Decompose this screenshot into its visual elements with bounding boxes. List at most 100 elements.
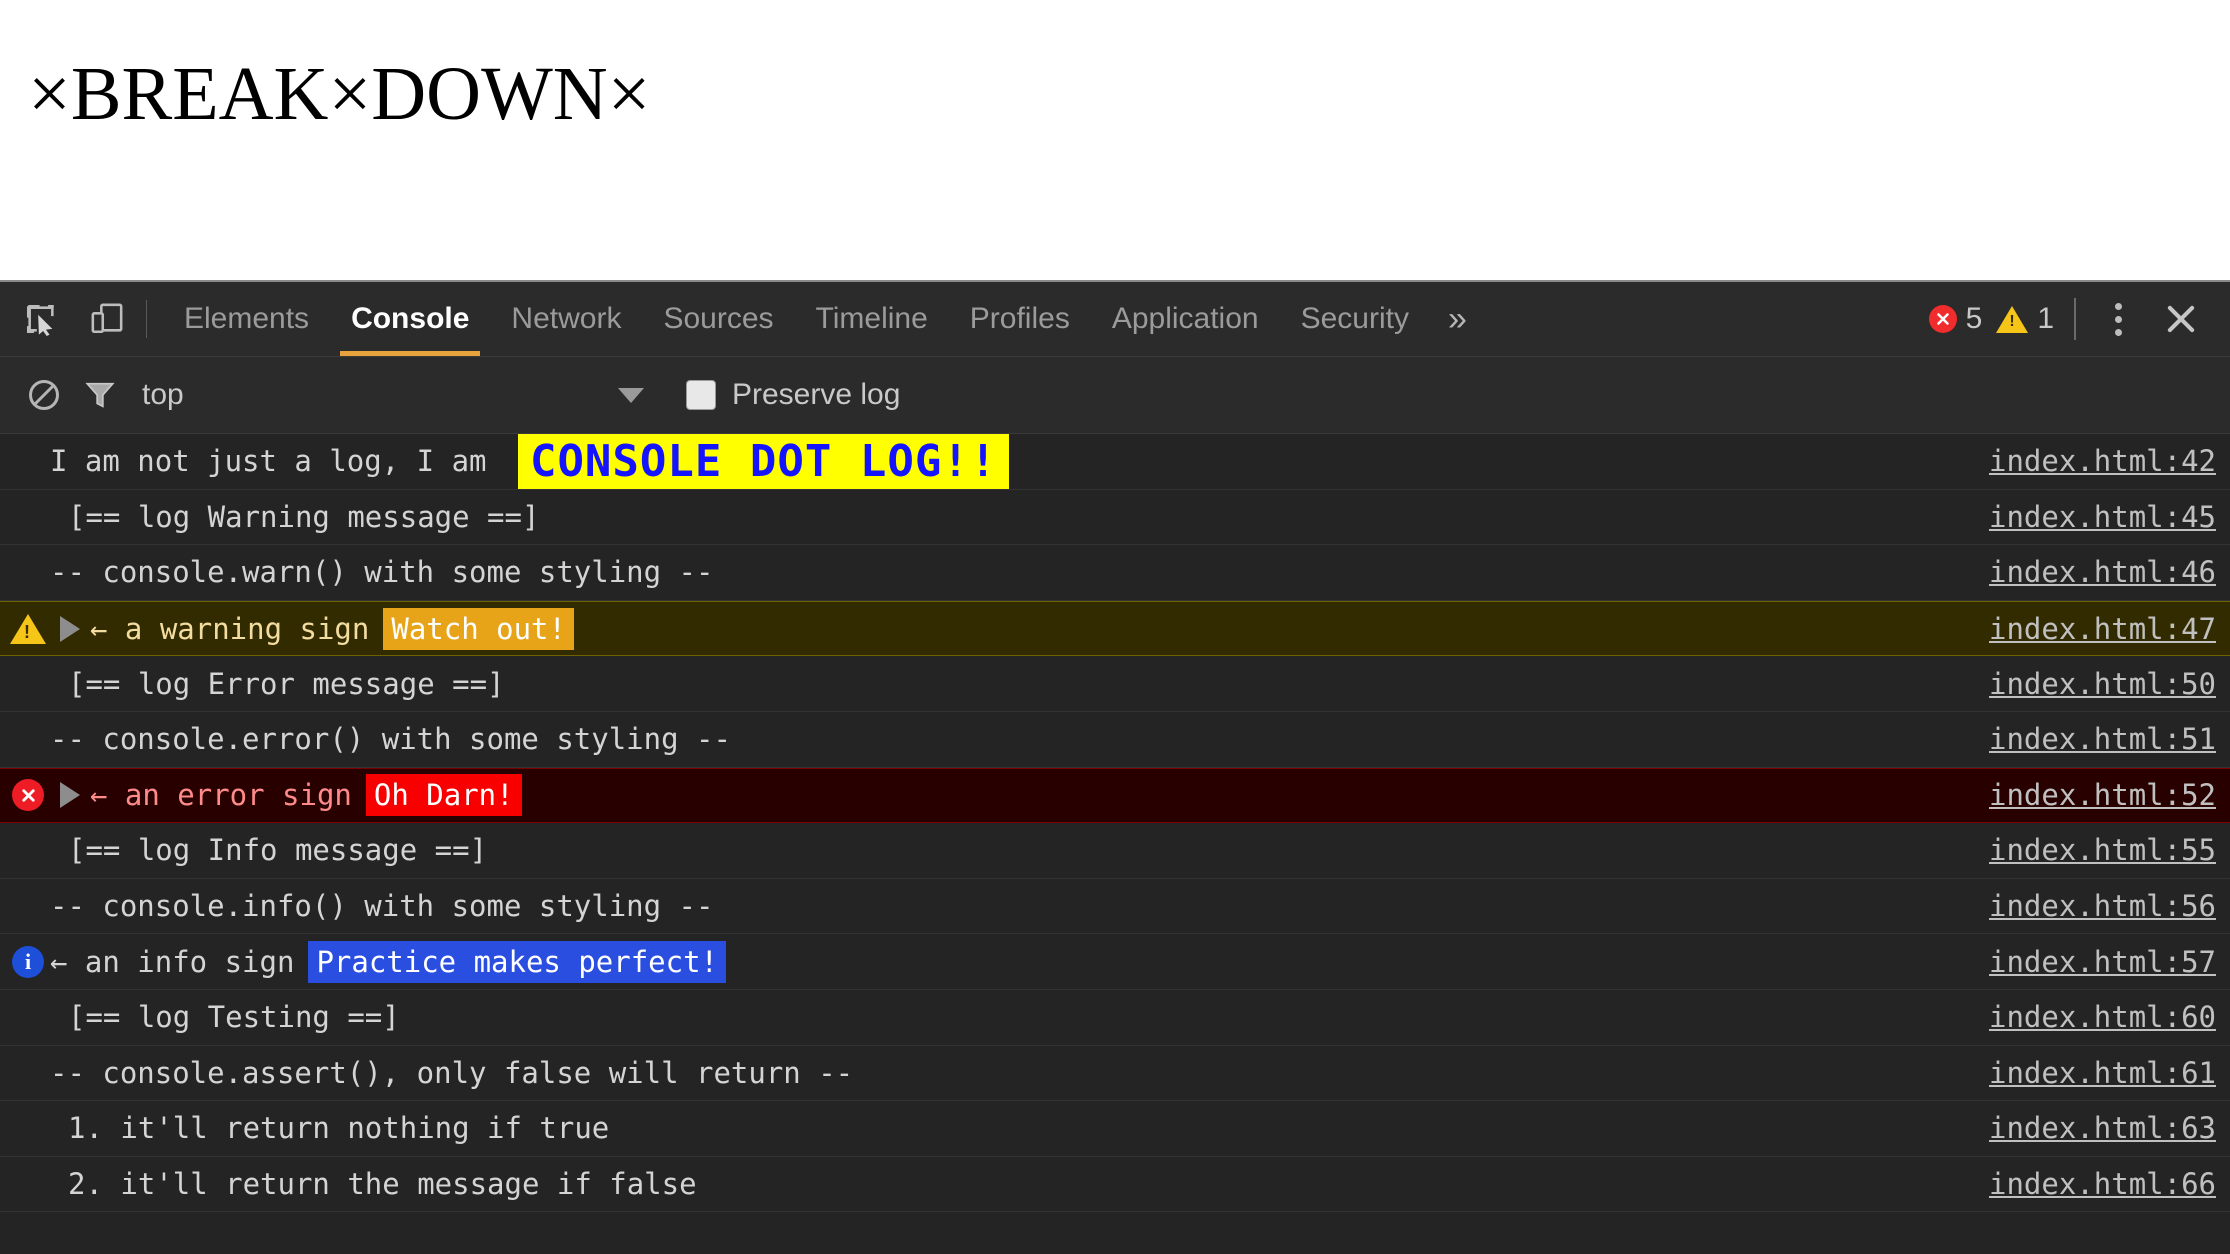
- console-source-link[interactable]: index.html:45: [1989, 500, 2216, 534]
- console-source-link[interactable]: index.html:61: [1989, 1056, 2216, 1090]
- console-context-value: top: [142, 378, 184, 412]
- toolbar-divider: [146, 300, 147, 338]
- console-message-text: [== log Warning message ==]: [50, 500, 539, 534]
- devtools-tabbar: Elements Console Network Sources Timelin…: [0, 282, 2230, 357]
- inspect-element-icon[interactable]: [14, 292, 68, 346]
- tab-network-label: Network: [511, 302, 621, 336]
- warning-triangle-icon: [1996, 306, 2028, 333]
- console-source-link[interactable]: index.html:42: [1989, 444, 2216, 478]
- console-row-log[interactable]: -- console.assert(), only false will ret…: [0, 1046, 2230, 1102]
- console-message-text: -- console.error() with some styling --: [50, 722, 731, 756]
- error-circle-icon: [12, 779, 44, 811]
- filter-funnel-icon[interactable]: [72, 367, 128, 423]
- more-tabs-chevron-icon[interactable]: »: [1430, 282, 1486, 356]
- device-toolbar-icon[interactable]: [80, 292, 134, 346]
- console-message-text: ← a warning sign: [90, 612, 369, 646]
- toolbar-right-divider: [2074, 298, 2076, 340]
- console-row-log[interactable]: [== log Warning message ==] index.html:4…: [0, 490, 2230, 546]
- page-header: ×BREAK×DOWN×: [0, 0, 2230, 280]
- warning-count-indicator[interactable]: 1: [1996, 302, 2054, 336]
- console-message-text: [== log Testing ==]: [50, 1000, 400, 1034]
- tab-console[interactable]: Console: [330, 282, 490, 356]
- expand-arrow-icon[interactable]: [50, 616, 90, 642]
- console-row-log[interactable]: -- console.warn() with some styling -- i…: [0, 545, 2230, 601]
- tab-application-label: Application: [1112, 302, 1259, 336]
- console-source-link[interactable]: index.html:60: [1989, 1000, 2216, 1034]
- console-source-link[interactable]: index.html:55: [1989, 833, 2216, 867]
- console-row-log[interactable]: I am not just a log, I am CONSOLE DOT LO…: [0, 434, 2230, 490]
- devtools-tool-icons: [0, 282, 134, 356]
- console-row-log[interactable]: -- console.info() with some styling -- i…: [0, 879, 2230, 935]
- row-gutter: i: [6, 946, 50, 978]
- page-title: ×BREAK×DOWN×: [28, 56, 2230, 132]
- console-row-log[interactable]: [== log Error message ==] index.html:50: [0, 656, 2230, 712]
- warning-count-value: 1: [2037, 302, 2054, 336]
- devtools-tabs: Elements Console Network Sources Timelin…: [163, 282, 1430, 356]
- console-context-selector[interactable]: top: [142, 378, 662, 412]
- close-icon[interactable]: [2154, 292, 2208, 346]
- console-source-link[interactable]: index.html:51: [1989, 722, 2216, 756]
- console-message-text: ← an info sign: [50, 945, 294, 979]
- console-source-link[interactable]: index.html:63: [1989, 1111, 2216, 1145]
- console-row-warning[interactable]: ← a warning sign Watch out! index.html:4…: [0, 601, 2230, 657]
- expand-arrow-icon[interactable]: [50, 782, 90, 808]
- console-source-link[interactable]: index.html:56: [1989, 889, 2216, 923]
- tab-console-label: Console: [351, 302, 469, 336]
- preserve-log-control[interactable]: Preserve log: [686, 378, 900, 412]
- chevron-down-icon: [618, 388, 644, 403]
- tab-profiles-label: Profiles: [970, 302, 1070, 336]
- tab-timeline[interactable]: Timeline: [795, 282, 949, 356]
- console-source-link[interactable]: index.html:47: [1989, 612, 2216, 646]
- row-gutter: [6, 614, 50, 644]
- console-message-text: [== log Info message ==]: [50, 833, 487, 867]
- preserve-log-label: Preserve log: [732, 378, 900, 412]
- console-row-info[interactable]: i ← an info sign Practice makes perfect!…: [0, 934, 2230, 990]
- tab-timeline-label: Timeline: [816, 302, 928, 336]
- tab-network[interactable]: Network: [490, 282, 642, 356]
- console-message-text: -- console.assert(), only false will ret…: [50, 1056, 853, 1090]
- console-message-text: I am not just a log, I am: [50, 444, 504, 478]
- console-source-link[interactable]: index.html:52: [1989, 778, 2216, 812]
- tab-application[interactable]: Application: [1091, 282, 1280, 356]
- preserve-log-checkbox[interactable]: [686, 380, 716, 410]
- console-row-error[interactable]: ← an error sign Oh Darn! index.html:52: [0, 768, 2230, 824]
- error-circle-icon: [1929, 305, 1957, 333]
- error-count-indicator[interactable]: 5: [1929, 302, 1983, 336]
- console-message-text: 2. it'll return the message if false: [50, 1167, 697, 1201]
- console-message-text: -- console.info() with some styling --: [50, 889, 713, 923]
- toolbar-right-group: 5 1: [1929, 282, 2230, 356]
- tab-elements[interactable]: Elements: [163, 282, 330, 356]
- tab-sources[interactable]: Sources: [642, 282, 794, 356]
- console-styled-badge: Oh Darn!: [366, 774, 522, 816]
- console-styled-badge: CONSOLE DOT LOG!!: [518, 434, 1009, 489]
- console-row-log[interactable]: -- console.error() with some styling -- …: [0, 712, 2230, 768]
- console-source-link[interactable]: index.html:50: [1989, 667, 2216, 701]
- kebab-menu-icon[interactable]: [2096, 292, 2140, 346]
- console-row-log[interactable]: 2. it'll return the message if false ind…: [0, 1157, 2230, 1213]
- warning-triangle-icon: [10, 614, 46, 644]
- console-source-link[interactable]: index.html:46: [1989, 555, 2216, 589]
- console-message-text: 1. it'll return nothing if true: [50, 1111, 609, 1145]
- tab-security-label: Security: [1301, 302, 1409, 336]
- clear-console-icon[interactable]: [16, 367, 72, 423]
- console-row-log[interactable]: [== log Info message ==] index.html:55: [0, 823, 2230, 879]
- console-filterbar: top Preserve log: [0, 357, 2230, 434]
- devtools-panel: Elements Console Network Sources Timelin…: [0, 280, 2230, 1254]
- tab-sources-label: Sources: [663, 302, 773, 336]
- tab-security[interactable]: Security: [1280, 282, 1430, 356]
- tab-elements-label: Elements: [184, 302, 309, 336]
- error-count-value: 5: [1966, 302, 1983, 336]
- console-row-log[interactable]: 1. it'll return nothing if true index.ht…: [0, 1101, 2230, 1157]
- console-source-link[interactable]: index.html:57: [1989, 945, 2216, 979]
- console-message-text: [== log Error message ==]: [50, 667, 505, 701]
- console-message-text: ← an error sign: [90, 778, 352, 812]
- console-styled-badge: Watch out!: [383, 608, 574, 650]
- console-row-log[interactable]: [== log Testing ==] index.html:60: [0, 990, 2230, 1046]
- row-gutter: [6, 779, 50, 811]
- tab-profiles[interactable]: Profiles: [949, 282, 1091, 356]
- info-circle-icon: i: [12, 946, 44, 978]
- console-message-text: -- console.warn() with some styling --: [50, 555, 713, 589]
- console-source-link[interactable]: index.html:66: [1989, 1167, 2216, 1201]
- console-message-list[interactable]: I am not just a log, I am CONSOLE DOT LO…: [0, 434, 2230, 1254]
- console-styled-badge: Practice makes perfect!: [308, 941, 726, 983]
